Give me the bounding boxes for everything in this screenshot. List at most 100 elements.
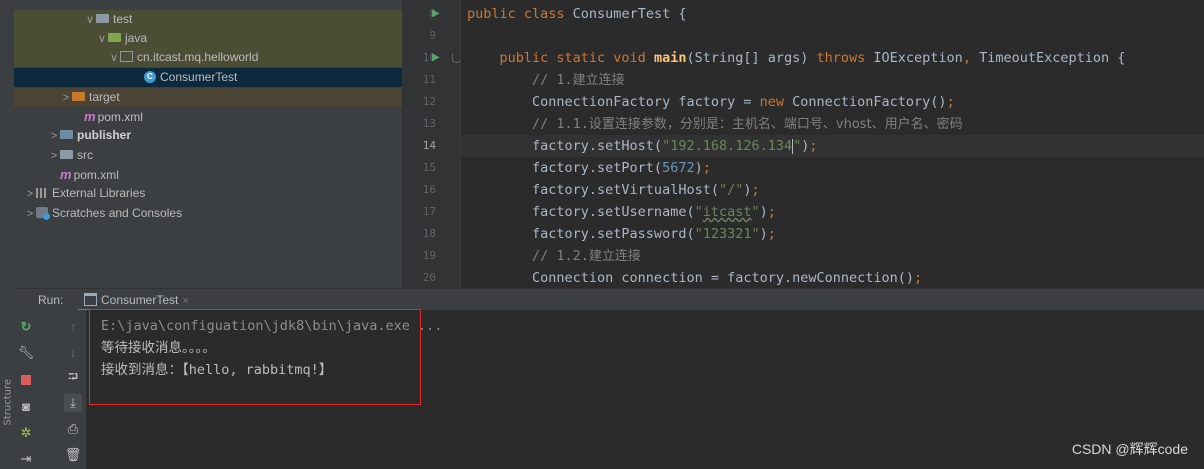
run-tab-label: ConsumerTest bbox=[101, 293, 179, 307]
code-line[interactable]: factory.setVirtualHost("/"); bbox=[467, 179, 760, 201]
tree-item-label: cn.itcast.mq.helloworld bbox=[137, 50, 259, 64]
camera-icon[interactable]: ◙ bbox=[17, 398, 35, 416]
soft-wrap-icon[interactable]: ⮒ bbox=[64, 368, 82, 386]
folder-icon bbox=[60, 150, 73, 160]
class-icon: C bbox=[144, 70, 156, 83]
scroll-to-end-icon[interactable]: ⤓ bbox=[64, 394, 82, 412]
code-token: new bbox=[759, 94, 793, 110]
code-token: "123321" bbox=[694, 226, 760, 242]
ide-window: Structure ∨ test ∨ java ∨ cn.itcast.mq.hellow… bbox=[0, 0, 1204, 469]
debug-icon[interactable]: ✲ bbox=[17, 424, 35, 442]
tree-item[interactable]: ∨ java bbox=[14, 29, 402, 48]
rerun-icon[interactable]: ↻ bbox=[17, 318, 35, 336]
tree-item[interactable]: m pom.xml bbox=[14, 165, 402, 184]
tree-item[interactable]: > publisher bbox=[14, 126, 402, 145]
run-panel-header: Run: ConsumerTest × bbox=[14, 288, 1204, 311]
up-arrow-icon[interactable]: ↑ bbox=[64, 318, 82, 336]
code-line[interactable]: factory.setPort(5672); bbox=[467, 157, 711, 179]
code-token: " bbox=[694, 204, 703, 220]
expand-arrow-icon[interactable]: ∨ bbox=[96, 30, 108, 49]
code-editor[interactable]: public class ConsumerTest { public stati… bbox=[460, 0, 1204, 288]
exit-icon[interactable]: ⇥ bbox=[17, 450, 35, 468]
line-number: 13 bbox=[422, 117, 436, 130]
down-arrow-icon[interactable]: ↓ bbox=[64, 344, 82, 362]
tree-item[interactable]: m pom.xml bbox=[14, 107, 402, 126]
code-line[interactable]: factory.setPassword("123321"); bbox=[467, 223, 776, 245]
console-icon bbox=[84, 293, 97, 307]
code-line[interactable]: public static void main(String[] args) t… bbox=[467, 47, 1126, 69]
code-line[interactable]: factory.setUsername("itcast"); bbox=[467, 201, 776, 223]
structure-label[interactable]: Structure bbox=[3, 379, 14, 426]
folder-icon bbox=[108, 33, 121, 43]
line-number: 18 bbox=[422, 227, 436, 240]
print-icon[interactable]: ⎙ bbox=[64, 420, 82, 438]
code-line[interactable]: // 1.建立连接 bbox=[467, 69, 625, 91]
code-token: // 1.1. bbox=[467, 116, 589, 132]
code-token: // 1. bbox=[467, 72, 573, 88]
expand-arrow-icon[interactable]: > bbox=[24, 205, 36, 224]
structure-tool-strip[interactable]: Structure bbox=[0, 0, 15, 469]
code-line[interactable]: // 1.2.建立连接 bbox=[467, 245, 641, 267]
scratches-icon bbox=[36, 207, 50, 221]
line-number: 10 bbox=[422, 51, 436, 64]
code-token: ; bbox=[751, 182, 760, 198]
run-gutter-icon[interactable]: ▶ bbox=[432, 47, 440, 69]
code-line[interactable]: public class ConsumerTest { bbox=[467, 3, 686, 25]
expand-arrow-icon[interactable]: ∨ bbox=[84, 11, 96, 30]
code-token: ConnectionFactory factory = bbox=[467, 94, 760, 110]
tree-item-label: Scratches and Consoles bbox=[52, 206, 183, 220]
code-token: ConnectionFactory() bbox=[792, 94, 947, 110]
tree-item-label: publisher bbox=[77, 128, 132, 142]
code-line[interactable]: factory.setHost("192.168.126.134"); bbox=[467, 135, 818, 157]
code-token: factory.setPort( bbox=[467, 160, 663, 176]
close-icon[interactable]: × bbox=[182, 295, 188, 307]
code-line[interactable]: // 1.1.设置连接参数，分别是：主机名、端口号、vhost、用户名、密码 bbox=[467, 113, 963, 135]
code-token: Connection connection = factory.newConne… bbox=[467, 270, 915, 286]
project-tree[interactable]: ∨ test ∨ java ∨ cn.itcast.mq.helloworld C Consu… bbox=[14, 0, 402, 288]
code-token: public class bbox=[467, 6, 573, 22]
line-number: 9 bbox=[429, 29, 436, 42]
tree-item[interactable]: > src bbox=[14, 146, 402, 165]
code-token: // 1.2. bbox=[467, 248, 589, 264]
code-token: 5672 bbox=[662, 160, 695, 176]
code-token: throws bbox=[816, 50, 874, 66]
line-number: 12 bbox=[422, 95, 436, 108]
package-icon bbox=[120, 51, 133, 63]
code-token: factory.setUsername( bbox=[467, 204, 695, 220]
expand-arrow-icon[interactable]: > bbox=[48, 127, 60, 146]
tree-item[interactable]: > Scratches and Consoles bbox=[14, 204, 402, 223]
tree-item[interactable]: > External Libraries bbox=[14, 184, 402, 203]
expand-arrow-icon[interactable]: ∨ bbox=[108, 49, 120, 68]
code-token: ) bbox=[743, 182, 752, 198]
tab-consumer-test[interactable]: ConsumerTest × bbox=[78, 289, 195, 311]
code-token: factory.setHost( bbox=[467, 138, 663, 154]
tree-item[interactable]: ∨ cn.itcast.mq.helloworld bbox=[14, 48, 402, 67]
settings-wrench-icon[interactable]: 🔧︎ bbox=[17, 344, 35, 362]
code-token: ConsumerTest { bbox=[572, 6, 687, 22]
code-token: TimeoutException { bbox=[979, 50, 1126, 66]
code-token: "/" bbox=[718, 182, 744, 198]
tree-item[interactable]: C ConsumerTest bbox=[14, 68, 402, 87]
code-line[interactable]: Connection connection = factory.newConne… bbox=[467, 267, 922, 288]
tree-item-label: java bbox=[125, 31, 148, 45]
highlight-box bbox=[89, 309, 421, 405]
trash-icon[interactable]: 🗑︎ bbox=[64, 446, 82, 464]
expand-arrow-icon[interactable]: > bbox=[48, 147, 60, 166]
tree-item[interactable]: ∨ test bbox=[14, 10, 402, 29]
line-number: 11 bbox=[422, 73, 436, 86]
run-toolbar-right: ↑ ↓ ⮒ ⤓ ⎙ 🗑︎ bbox=[38, 310, 87, 469]
editor-gutter: 8 9 10 11 12 13 14 15 16 17 18 19 20 ▶ ▶ bbox=[402, 0, 461, 288]
line-number: 16 bbox=[422, 183, 436, 196]
stop-icon[interactable] bbox=[17, 372, 35, 390]
code-token: ; bbox=[914, 270, 923, 286]
tree-item[interactable]: > target bbox=[14, 88, 402, 107]
folder-icon bbox=[72, 92, 85, 102]
code-line[interactable]: ConnectionFactory factory = new Connecti… bbox=[467, 91, 955, 113]
expand-arrow-icon[interactable]: > bbox=[24, 185, 36, 204]
code-token: "192.168.126.134 bbox=[662, 138, 793, 154]
tree-item-label: ConsumerTest bbox=[160, 70, 238, 84]
run-gutter-icon[interactable]: ▶ bbox=[432, 3, 440, 25]
module-icon bbox=[60, 130, 73, 140]
line-number: 20 bbox=[422, 271, 436, 284]
expand-arrow-icon[interactable]: > bbox=[60, 89, 72, 108]
